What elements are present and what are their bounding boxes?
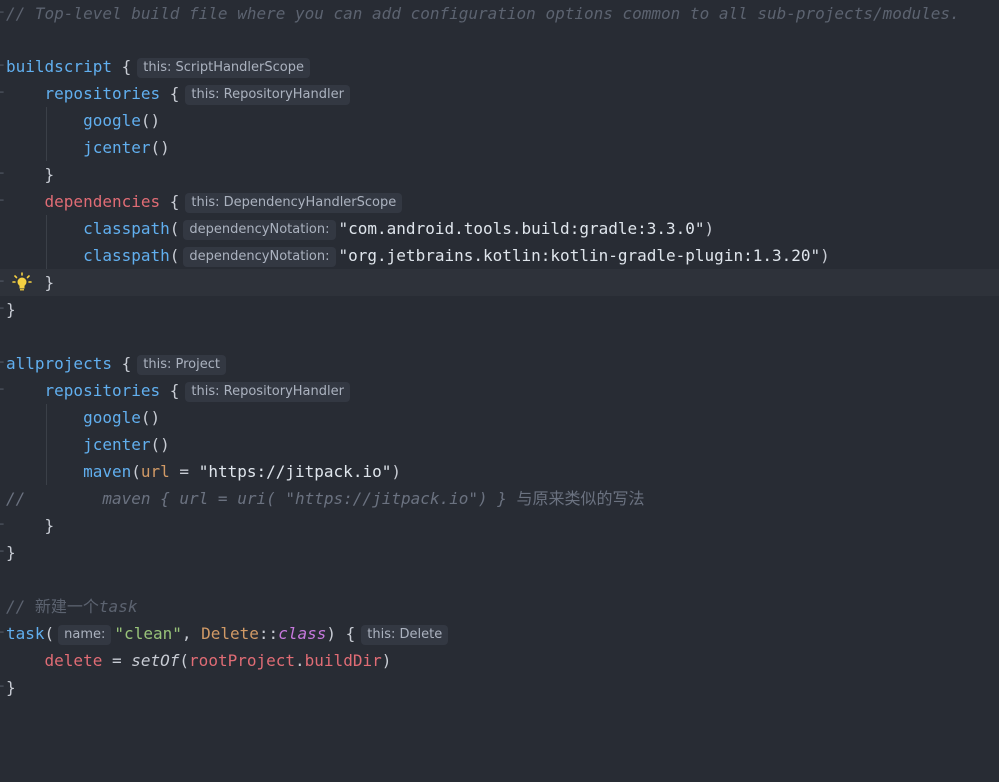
class-keyword: class bbox=[278, 624, 327, 643]
code-line: classpath(dependencyNotation: "com.androi… bbox=[0, 215, 999, 242]
code-line: ⌐ } bbox=[0, 512, 999, 539]
task-call: task bbox=[6, 624, 45, 643]
code-editor[interactable]: ⌐ // Top-level build file where you can … bbox=[0, 0, 999, 713]
parens: () bbox=[140, 408, 161, 427]
code-line: // maven { url = uri( "https://jitpack.i… bbox=[0, 485, 999, 512]
dependencies-keyword: dependencies bbox=[44, 192, 161, 211]
code-line: ⌐ buildscript {this: ScriptHandlerScope bbox=[0, 53, 999, 80]
type-hint: this: Delete bbox=[361, 625, 449, 645]
comment: // Top-level build file where you can ad… bbox=[6, 4, 960, 23]
type-hint: this: DependencyHandlerScope bbox=[185, 193, 403, 213]
code-line: maven(url = "https://jitpack.io") bbox=[0, 458, 999, 485]
paren: ) bbox=[326, 624, 336, 643]
brace: { bbox=[169, 192, 180, 211]
brace: } bbox=[6, 300, 16, 319]
classpath-call: classpath bbox=[83, 246, 170, 265]
paren: ( bbox=[179, 651, 190, 670]
setof-call: setOf bbox=[131, 651, 180, 670]
code-line: ⌐ repositories {this: RepositoryHandler bbox=[0, 80, 999, 107]
jcenter-call: jcenter bbox=[83, 435, 151, 454]
paren: ) bbox=[391, 462, 401, 481]
build-dir: buildDir bbox=[304, 651, 382, 670]
google-call: google bbox=[83, 111, 141, 130]
type-hint: this: Project bbox=[137, 355, 226, 375]
colons: :: bbox=[258, 624, 279, 643]
brace: { bbox=[169, 84, 180, 103]
brace: { bbox=[121, 354, 132, 373]
google-call: google bbox=[83, 408, 141, 427]
brace: } bbox=[44, 165, 55, 184]
paren: ( bbox=[44, 624, 55, 643]
root-project: rootProject bbox=[189, 651, 296, 670]
type-hint: this: RepositoryHandler bbox=[185, 85, 350, 105]
comment: ) } bbox=[478, 489, 517, 508]
repositories-keyword: repositories bbox=[44, 84, 161, 103]
dot: . bbox=[295, 651, 305, 670]
code-line: google() bbox=[0, 404, 999, 431]
code-line-current: ⌐ } bbox=[0, 269, 999, 296]
class-name: Delete bbox=[201, 624, 259, 643]
comma: , bbox=[181, 624, 202, 643]
code-line: ⌐ } bbox=[0, 296, 999, 323]
brace: } bbox=[44, 273, 55, 292]
parens: () bbox=[150, 138, 170, 157]
equals: = bbox=[102, 651, 132, 670]
parameter-hint: name: bbox=[58, 625, 112, 645]
brace: } bbox=[44, 516, 55, 535]
parens: () bbox=[140, 111, 161, 130]
code-line: delete = setOf(rootProject.buildDir) bbox=[0, 647, 999, 674]
parameter-hint: dependencyNotation: bbox=[183, 220, 336, 240]
paren: ( bbox=[131, 462, 141, 481]
type-hint: this: RepositoryHandler bbox=[185, 382, 350, 402]
code-line: ⌐ } bbox=[0, 539, 999, 566]
code-line: google() bbox=[0, 107, 999, 134]
paren: ) bbox=[381, 651, 392, 670]
brace: { bbox=[121, 57, 132, 76]
comment-string: "https://jitpack.io" bbox=[285, 489, 479, 508]
brace: { bbox=[169, 381, 180, 400]
equals: = bbox=[169, 462, 199, 481]
paren: ( bbox=[169, 219, 180, 238]
brace: { bbox=[345, 624, 356, 643]
code-line: ⌐ } bbox=[0, 161, 999, 188]
code-line: classpath(dependencyNotation: "org.jetbra… bbox=[0, 242, 999, 269]
repositories-keyword: repositories bbox=[44, 381, 161, 400]
allprojects-keyword: allprojects bbox=[6, 354, 112, 373]
code-line: ⌐ dependencies {this: DependencyHandlerS… bbox=[0, 188, 999, 215]
code-line: // 新建一个task bbox=[0, 593, 999, 620]
paren: ) bbox=[820, 246, 830, 265]
parameter-hint: dependencyNotation: bbox=[183, 247, 336, 267]
url-param: url bbox=[140, 462, 170, 481]
string-literal: "https://jitpack.io" bbox=[198, 462, 392, 481]
string-literal: "com.android.tools.build:gradle:3.3.0" bbox=[338, 219, 705, 238]
comment: // bbox=[6, 597, 35, 616]
paren: ( bbox=[169, 246, 180, 265]
paren: ) bbox=[704, 219, 715, 238]
buildscript-keyword: buildscript bbox=[6, 57, 112, 76]
maven-call: maven bbox=[83, 462, 132, 481]
code-line: jcenter() bbox=[0, 431, 999, 458]
code-line: ⌐ repositories {this: RepositoryHandler bbox=[0, 377, 999, 404]
string-literal: "clean" bbox=[114, 624, 182, 643]
brace: } bbox=[6, 543, 16, 562]
code-line: ⌐ task(name: "clean", Delete::class) {thi… bbox=[0, 620, 999, 647]
code-line: ⌐ } bbox=[0, 674, 999, 701]
comment: // maven { url = uri( bbox=[6, 489, 286, 508]
code-line: ⌐ allprojects {this: Project bbox=[0, 350, 999, 377]
classpath-call: classpath bbox=[83, 219, 170, 238]
code-line: ⌐ // Top-level build file where you can … bbox=[0, 0, 999, 27]
delete-property: delete bbox=[44, 651, 103, 670]
parens: () bbox=[150, 435, 170, 454]
comment-cn: 与原来类似的写法 bbox=[516, 489, 645, 508]
code-line: jcenter() bbox=[0, 134, 999, 161]
comment-cn: 新建一个 bbox=[34, 597, 99, 616]
jcenter-call: jcenter bbox=[83, 138, 151, 157]
comment: task bbox=[98, 597, 138, 616]
string-literal: "org.jetbrains.kotlin:kotlin-gradle-plug… bbox=[338, 246, 821, 265]
type-hint: this: ScriptHandlerScope bbox=[137, 58, 310, 78]
brace: } bbox=[6, 678, 16, 697]
